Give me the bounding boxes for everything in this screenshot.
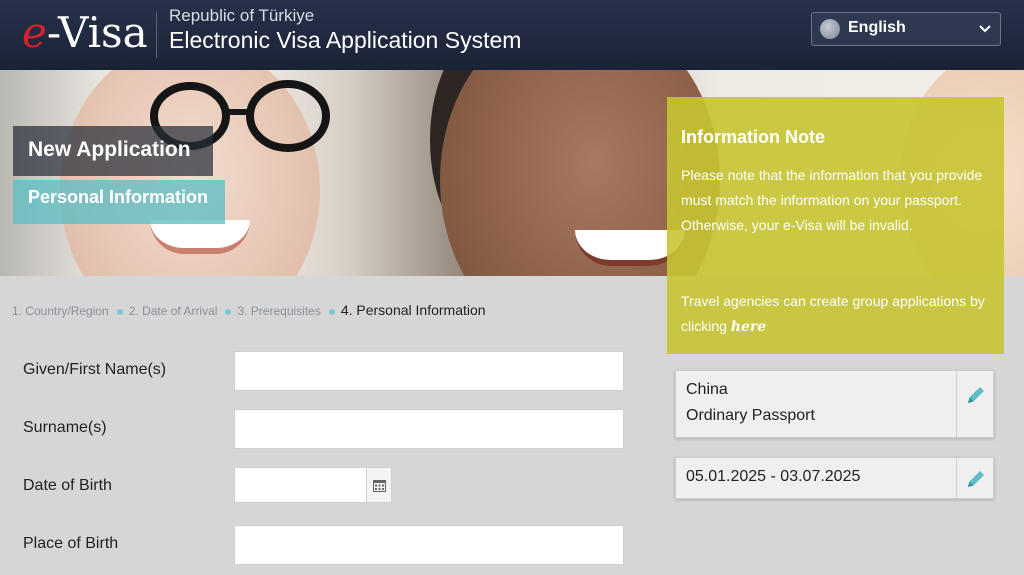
new-application-title: New Application — [28, 138, 191, 161]
evisa-logo[interactable]: e-Visa — [22, 8, 148, 57]
country-value: China — [686, 381, 728, 398]
info-note-group-text: Travel agencies can create group applica… — [681, 289, 993, 340]
system-title: Electronic Visa Application System — [169, 27, 522, 53]
dates-summary-card: 05.01.2025 - 03.07.2025 — [675, 457, 994, 499]
here-link[interactable]: here — [731, 319, 766, 335]
edit-pencil-icon[interactable] — [964, 467, 988, 491]
step-dot — [328, 308, 335, 315]
given-name-input[interactable] — [234, 351, 624, 391]
calendar-icon — [373, 480, 386, 492]
info-note-title: Information Note — [681, 127, 825, 147]
step-country-region: 1. Country/Region — [12, 304, 109, 318]
logo-visa: -Visa — [46, 8, 148, 57]
globe-icon — [820, 19, 840, 39]
travel-dates-value: 05.01.2025 - 03.07.2025 — [686, 468, 861, 485]
calendar-button[interactable] — [366, 467, 392, 503]
language-select[interactable]: English — [811, 12, 1001, 46]
passport-type-value: Ordinary Passport — [686, 407, 815, 424]
step-personal-information: 4. Personal Information — [340, 302, 486, 318]
place-of-birth-input[interactable] — [234, 525, 624, 565]
date-of-birth-label: Date of Birth — [23, 477, 112, 494]
republic-label: Republic of Türkiye — [169, 6, 315, 25]
card-divider — [956, 458, 957, 498]
card-divider — [956, 371, 957, 437]
group-text: Travel agencies can create group applica… — [681, 293, 985, 334]
edit-pencil-icon[interactable] — [964, 383, 988, 407]
header-bar: e-Visa Republic of Türkiye Electronic Vi… — [0, 0, 1024, 70]
passport-summary-card: China Ordinary Passport — [675, 370, 994, 438]
information-note: Information Note Please note that the in… — [667, 97, 1004, 354]
info-note-text: Please note that the information that yo… — [681, 167, 983, 233]
step-prerequisites: 3. Prerequisites — [237, 304, 321, 318]
step-date-of-arrival: 2. Date of Arrival — [128, 304, 218, 318]
step-dot — [225, 308, 232, 315]
given-name-label: Given/First Name(s) — [23, 361, 167, 378]
step-progress: 1. Country/Region 2. Date of Arrival 3. Pr… — [12, 302, 494, 318]
surname-label: Surname(s) — [23, 419, 107, 436]
surname-input[interactable] — [234, 409, 624, 449]
section-title: Personal Information — [28, 187, 209, 207]
logo-divider — [156, 12, 157, 58]
language-label: English — [848, 19, 906, 36]
place-of-birth-label: Place of Birth — [23, 535, 119, 552]
logo-e: e — [22, 8, 47, 57]
chevron-down-icon — [979, 25, 991, 33]
step-dot — [116, 308, 123, 315]
